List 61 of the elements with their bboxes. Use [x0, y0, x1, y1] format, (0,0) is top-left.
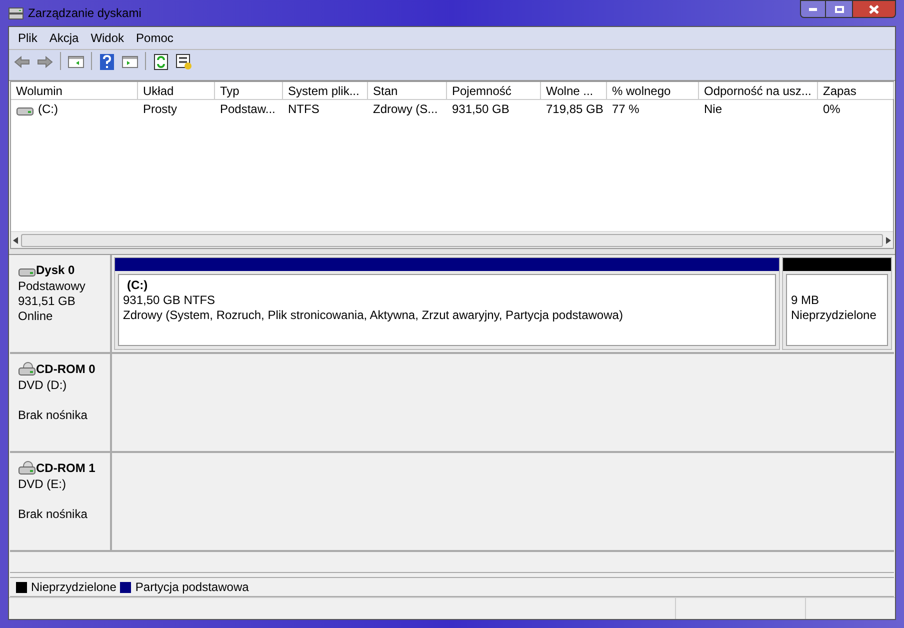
column-header[interactable]: Zapas: [818, 82, 894, 99]
menu-item[interactable]: Akcja: [44, 29, 84, 47]
disk-name: CD-ROM 0: [36, 361, 96, 378]
disk-info: DVD (E:): [18, 477, 67, 492]
close-icon: [869, 4, 879, 14]
close-button[interactable]: [852, 0, 896, 18]
disk-info: Online: [18, 309, 54, 324]
legend-label: Partycja podstawowa: [135, 579, 249, 596]
scroll-right-icon: [885, 236, 891, 244]
maximize-button[interactable]: [826, 0, 852, 18]
partition-block[interactable]: (C:) 931,50 GB NTFS Zdrowy (System, Rozruch, Plik stronicowania, Aktywna, Zrzut awaryjny, Partycja podstawowa): [114, 257, 780, 350]
table-cell-text: 931,50 GB: [452, 101, 510, 118]
column-header[interactable]: % wolnego: [607, 82, 699, 99]
disk-info: DVD (D:): [18, 378, 68, 393]
panel-icon: [122, 56, 138, 68]
refresh-icon: [154, 54, 168, 70]
column-header[interactable]: Pojemność: [447, 82, 541, 99]
table-cell-text: Podstaw...: [220, 101, 276, 118]
column-header[interactable]: System plik...: [283, 82, 368, 99]
table-cell-text: 719,85 GB: [546, 101, 604, 118]
disk-info: Brak nośnika: [18, 408, 88, 423]
table-cell-text: Nie: [704, 101, 722, 118]
scroll-left-icon: [13, 236, 19, 244]
menu-item[interactable]: Pomoc: [131, 29, 178, 47]
horizontal-scrollbar[interactable]: [11, 231, 893, 248]
column-header[interactable]: Odporność na usz...: [699, 82, 818, 99]
disk-management-icon: [8, 6, 24, 20]
legend-label: Nieprzydzielone: [31, 579, 116, 596]
disk-name: CD-ROM 1: [36, 460, 96, 477]
table-cell-text: Zdrowy (S...: [373, 101, 438, 118]
column-header[interactable]: Typ: [215, 82, 283, 99]
column-header[interactable]: Wolumin: [11, 82, 138, 99]
column-header[interactable]: Układ: [138, 82, 215, 99]
disk-info: Podstawowy: [18, 279, 86, 294]
properties-icon: [176, 54, 192, 70]
window-title: Zarządzanie dyskami: [28, 5, 142, 22]
minimize-button[interactable]: [800, 0, 826, 18]
menu-item[interactable]: Widok: [86, 29, 130, 47]
forward-arrow-icon: [37, 56, 53, 68]
column-header[interactable]: Wolne ...: [541, 82, 607, 99]
optical-drive-icon: [18, 461, 36, 475]
help-icon: [100, 54, 114, 70]
disk-info: Brak nośnika: [18, 507, 88, 522]
disk-name: Dysk 0: [36, 262, 75, 279]
optical-drive-icon: [18, 362, 36, 376]
table-cell-text: 77 %: [612, 101, 640, 118]
partition-info: Zdrowy (System, Rozruch, Plik stronicowania, Aktywna, Zrzut awaryjny, Partycja podstawowa): [123, 308, 624, 323]
disk-info: 931,51 GB: [18, 294, 76, 309]
column-header[interactable]: Stan: [368, 82, 447, 99]
table-cell-text: (C:): [38, 101, 58, 118]
table-cell-text: Prosty: [143, 101, 178, 118]
panel-icon: [68, 56, 84, 68]
partition-title: (C:): [126, 278, 149, 293]
partition-info: 9 MB: [791, 293, 820, 308]
menu-item[interactable]: Plik: [13, 29, 42, 47]
partition-block[interactable]: 9 MB Nieprzydzielone: [782, 257, 892, 350]
back-arrow-icon: [14, 56, 30, 68]
table-cell-text: NTFS: [288, 101, 320, 118]
partition-info: 931,50 GB NTFS: [123, 293, 216, 308]
partition-info: Nieprzydzielone: [791, 308, 878, 323]
table-cell-text: 0%: [823, 101, 840, 118]
